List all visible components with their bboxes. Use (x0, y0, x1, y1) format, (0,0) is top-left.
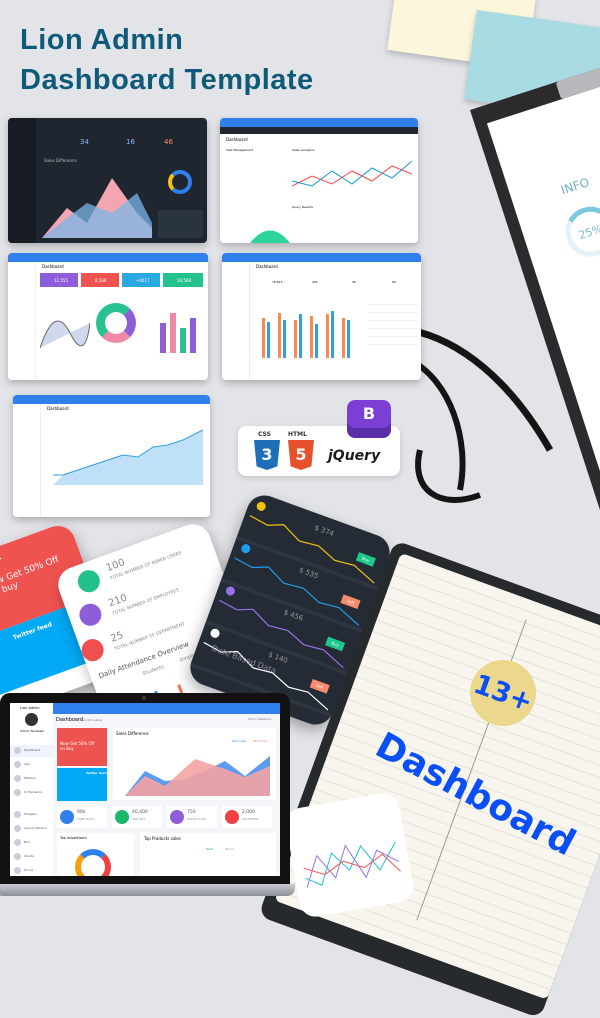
sidebar-item[interactable]: Box (10, 837, 53, 849)
stat-icon (60, 810, 74, 824)
page-title: Lion Admin Dashboard Template (20, 24, 314, 96)
stat-icon (115, 810, 129, 824)
sidebar-item[interactable]: Charts (10, 851, 53, 863)
dashboard-count-badge: 13+ (469, 660, 537, 726)
sidebar-item[interactable]: UI Elements (10, 787, 53, 799)
sidebar-item[interactable]: Dashboard (10, 745, 53, 757)
clipboard-heading: INFO (559, 175, 592, 198)
html5-icon: 5 (288, 440, 314, 470)
donut-25: 25% (559, 200, 600, 264)
sidebar-item[interactable]: Layout Options (10, 823, 53, 835)
stat-icon (225, 810, 239, 824)
sidebar-icon (14, 789, 21, 796)
bootstrap-icon: B (342, 398, 396, 440)
stat: 46 (164, 138, 173, 146)
stat-card: 40,400 USER LIKES (112, 806, 162, 828)
sidebar-icon (14, 811, 21, 818)
dashboard-preview-analytics[interactable]: Dashboard Visit Management Sales Analyti… (220, 118, 418, 243)
sidebar-item[interactable]: App (10, 759, 53, 771)
sidebar-icon (14, 825, 21, 832)
laptop-screen[interactable]: Lion Admin Admin Template Dashboard App Ma… (10, 703, 280, 876)
glasses (408, 326, 554, 503)
sidebar-item[interactable]: Widgets (10, 809, 53, 821)
sidebar-icon (14, 747, 21, 754)
laptop: Lion Admin Admin Template Dashboard App Ma… (0, 693, 290, 886)
stat: 34 (80, 138, 89, 146)
dashboard-preview-area[interactable]: Dashboard (13, 395, 210, 517)
coin-icon (255, 500, 267, 513)
dashboard-preview-dark[interactable]: Sales Difference 34 16 46 (8, 118, 207, 243)
stat-card: 750 MONTHLY SALES (167, 806, 217, 828)
stat-icon (170, 810, 184, 824)
stat-card: 2,000 JOIN MEMBERS (222, 806, 272, 828)
donut (96, 303, 136, 343)
avatar (25, 713, 38, 726)
sidebar-icon (14, 761, 21, 768)
stat-card: 90k STORE TRAFFIC (57, 806, 107, 828)
laptop-base (0, 884, 295, 896)
sidebar-icon (14, 839, 21, 846)
sidebar-icon (14, 775, 21, 782)
sidebar-item[interactable]: Forms (10, 865, 53, 876)
stat: 16 (126, 138, 135, 146)
dashboard-preview-stats[interactable]: Dashboard 12,555 8,568 +4017 10,568 (8, 253, 208, 380)
calendar (368, 297, 418, 349)
sidebar-item[interactable]: Mailbox (10, 773, 53, 785)
sidebar-icon (14, 853, 21, 860)
dashboard-preview-bars[interactable]: Dashboard 78,615 455 45 80 (222, 253, 421, 380)
jquery-logo: jQuery (328, 448, 381, 464)
donut (168, 170, 192, 194)
css3-icon: 3 (254, 440, 280, 470)
sidebar-icon (14, 867, 21, 874)
